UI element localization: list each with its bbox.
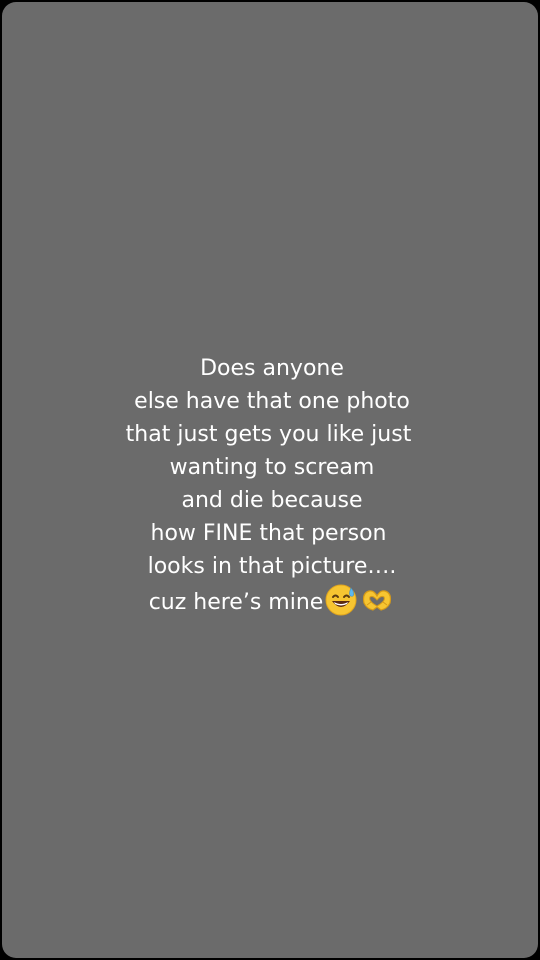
story-line-3: that just gets you like just (125, 422, 419, 447)
story-line-8-wrap: cuz here’s mine (2, 583, 540, 627)
story-line-6: how FINE that person (150, 521, 394, 546)
story-line-5: and die because (181, 488, 363, 513)
story-line-8: cuz here’s mine (148, 590, 324, 615)
story-line-1: Does anyone (200, 356, 344, 381)
grinning-sweat-emoji-icon (324, 583, 358, 627)
story-background: Does anyone else have that one photo tha… (2, 2, 538, 958)
story-line-2: else have that one photo (134, 389, 410, 414)
story-line-4: wanting to scream (169, 455, 375, 480)
story-line-7: looks in that picture…. (147, 554, 397, 579)
story-text: Does anyone else have that one photo tha… (2, 352, 540, 627)
heart-hands-emoji-icon (359, 583, 395, 627)
